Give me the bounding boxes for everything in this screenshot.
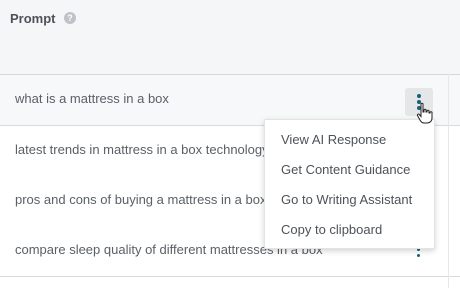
menu-item-copy-to-clipboard[interactable]: Copy to clipboard: [281, 222, 382, 237]
menu-item-go-to-writing-assistant[interactable]: Go to Writing Assistant: [281, 192, 412, 207]
vertical-ellipsis-icon: [417, 254, 420, 257]
menu-item-get-content-guidance[interactable]: Get Content Guidance: [281, 162, 410, 177]
row-context-menu: View AI Response Get Content Guidance Go…: [264, 119, 435, 249]
prompt-text: what is a mattress in a box: [15, 91, 169, 106]
menu-item-view-ai-response[interactable]: View AI Response: [281, 132, 386, 147]
prompt-text: pros and cons of buying a mattress in a …: [15, 192, 267, 207]
column-divider: [448, 74, 449, 288]
prompt-text: latest trends in mattress in a box techn…: [15, 142, 269, 157]
hand-pointer-cursor-icon: [416, 102, 433, 124]
vertical-ellipsis-icon: [417, 94, 421, 98]
table-header: Prompt ?: [0, 0, 460, 75]
help-circle-icon[interactable]: ?: [64, 12, 76, 24]
prompt-column-title: Prompt: [10, 11, 56, 26]
